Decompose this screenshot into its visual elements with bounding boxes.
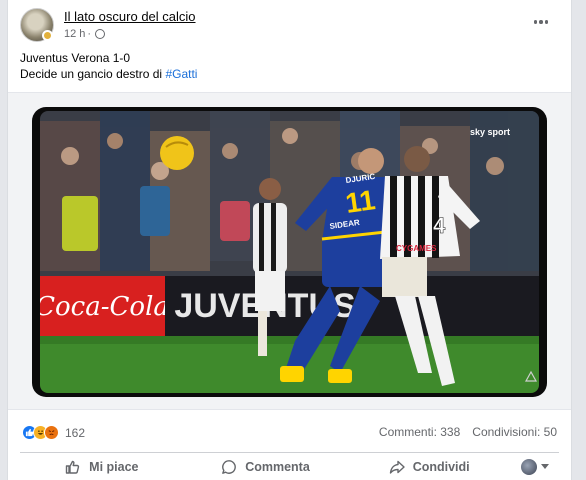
profile-avatar [521, 458, 538, 475]
post-text-line-2-prefix: Decide un gancio destro di [20, 67, 163, 81]
action-bar: Mi piace Commenta Condividi [20, 452, 559, 480]
meta-separator: · [87, 28, 92, 40]
crowd [40, 111, 539, 271]
share-icon [389, 460, 405, 474]
post-text: Juventus Verona 1-0 Decide un gancio des… [20, 50, 197, 82]
post-meta: 12 h · [64, 28, 106, 40]
reaction-count: 162 [65, 425, 86, 440]
post-time[interactable]: 12 h [64, 28, 85, 40]
dot-icon [539, 20, 543, 24]
shares-count-link[interactable]: Condivisioni: 50 [472, 425, 557, 439]
media-container: Coca-Cola JUVENTUS sky sport [8, 92, 571, 410]
post-header: Il lato oscuro del calcio 12 h · [20, 8, 559, 44]
profile-selector-button[interactable] [511, 458, 559, 475]
video-scene: Coca-Cola JUVENTUS sky sport [40, 111, 539, 393]
stats-right: Commenti: 338 Condivisioni: 50 [379, 425, 557, 439]
comments-count-link[interactable]: Commenti: 338 [379, 425, 460, 439]
dot-icon [544, 20, 549, 24]
globe-icon [95, 29, 106, 39]
share-label: Condividi [412, 459, 470, 474]
post-text-line-2: Decide un gancio destro di #Gatti [20, 66, 197, 82]
post-card: Il lato oscuro del calcio 12 h · Juventu… [7, 0, 572, 480]
author-name[interactable]: Il lato oscuro del calcio [64, 9, 196, 24]
comment-label: Commenta [245, 459, 310, 474]
avatar-badge [42, 30, 53, 41]
video-player[interactable]: Coca-Cola JUVENTUS sky sport [32, 107, 547, 397]
comment-button[interactable]: Commenta [184, 453, 348, 480]
reactions-summary[interactable]: 162 [22, 425, 85, 440]
caret-down-icon [541, 464, 550, 469]
ad-board-left-text: Coca-Cola [40, 292, 169, 322]
hashtag-link[interactable]: #Gatti [165, 67, 197, 81]
juve-player-sponsor: CYGAMES [396, 244, 437, 253]
ball [160, 136, 194, 170]
comment-icon [222, 459, 237, 474]
like-button[interactable]: Mi piace [20, 453, 184, 480]
more-options-button[interactable] [529, 14, 553, 30]
video-frame: Coca-Cola JUVENTUS sky sport [40, 111, 539, 393]
juve-player-number: 4 [433, 213, 446, 238]
thumbs-up-icon [65, 460, 80, 474]
like-label: Mi piace [89, 459, 139, 474]
angry-reaction-icon [44, 425, 59, 440]
share-button[interactable]: Condividi [347, 453, 511, 480]
verona-player-number: 11 [344, 184, 378, 219]
broadcaster-logo: sky sport [470, 127, 510, 137]
dot-icon [533, 20, 538, 24]
post-stats: 162 Commenti: 338 Condivisioni: 50 [22, 425, 557, 443]
post-text-line-1: Juventus Verona 1-0 [20, 51, 131, 65]
